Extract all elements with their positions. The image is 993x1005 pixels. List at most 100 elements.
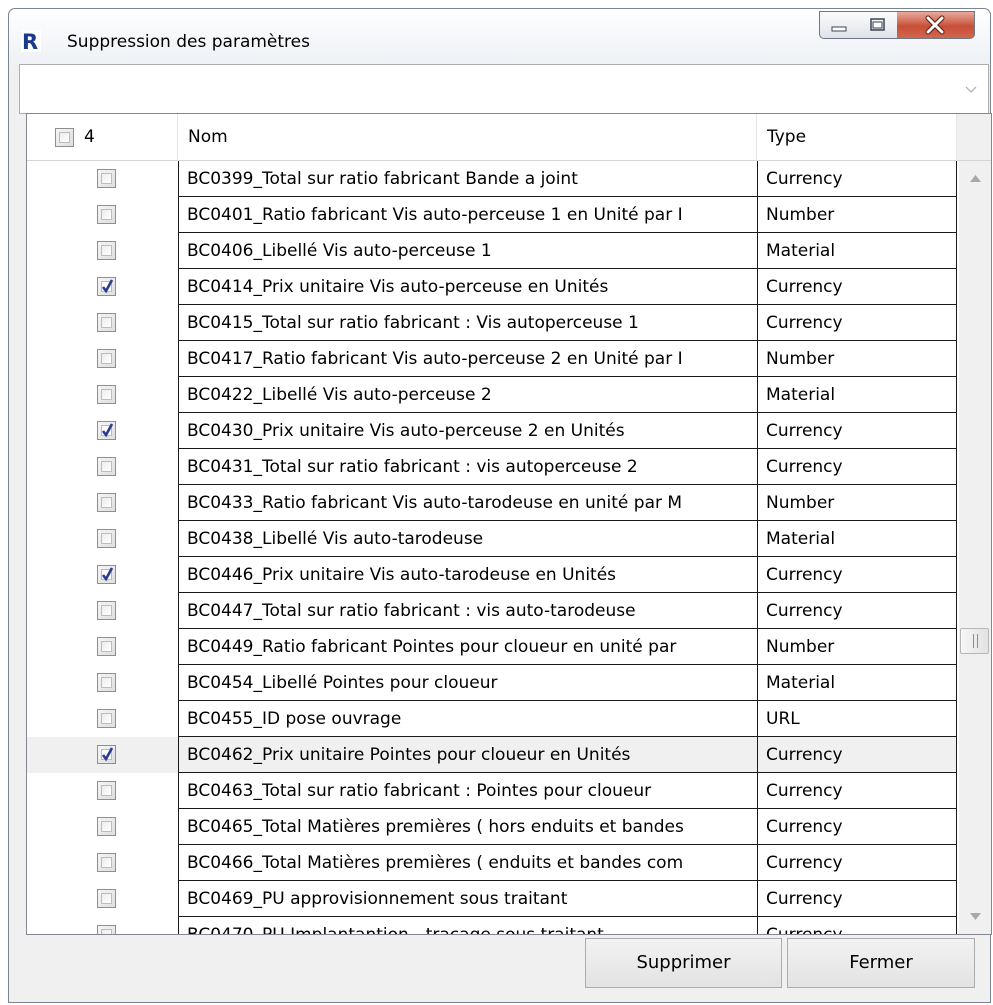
table-row[interactable]: BC0438_Libellé Vis auto-tarodeuse Materia… xyxy=(27,521,957,557)
table-row[interactable]: BC0430_Prix unitaire Vis auto-perceuse 2… xyxy=(27,413,957,449)
parameter-type: Currency xyxy=(757,737,957,773)
row-checkbox-cell xyxy=(27,449,178,485)
column-header-type[interactable]: Type xyxy=(757,114,957,161)
row-checkbox[interactable] xyxy=(97,637,116,656)
table-row[interactable]: BC0447_Total sur ratio fabricant : vis a… xyxy=(27,593,957,629)
parameter-name: BC0406_Libellé Vis auto-perceuse 1 xyxy=(178,233,757,269)
parameter-name: BC0417_Ratio fabricant Vis auto-perceuse… xyxy=(178,341,757,377)
parameter-name: BC0433_Ratio fabricant Vis auto-tarodeus… xyxy=(178,485,757,521)
row-checkbox[interactable] xyxy=(97,889,116,908)
parameter-type: Material xyxy=(757,377,957,413)
parameter-name: BC0401_Ratio fabricant Vis auto-perceuse… xyxy=(178,197,757,233)
table-row[interactable]: BC0449_Ratio fabricant Pointes pour clou… xyxy=(27,629,957,665)
table-row[interactable]: BC0399_Total sur ratio fabricant Bande a… xyxy=(27,161,957,197)
row-checkbox[interactable] xyxy=(97,529,116,548)
row-checkbox[interactable] xyxy=(97,709,116,728)
table-row[interactable]: BC0469_PU approvisionnement sous traitan… xyxy=(27,881,957,917)
table-row[interactable]: BC0462_Prix unitaire Pointes pour cloueu… xyxy=(27,737,957,773)
parameter-type: Currency xyxy=(757,269,957,305)
parameter-name: BC0447_Total sur ratio fabricant : vis a… xyxy=(178,593,757,629)
parameter-name: BC0470_PU Implantantion - traçage sous t… xyxy=(178,917,757,934)
table-row[interactable]: BC0455_ID pose ouvrage URL xyxy=(27,701,957,737)
table-row[interactable]: BC0414_Prix unitaire Vis auto-perceuse e… xyxy=(27,269,957,305)
row-checkbox[interactable] xyxy=(97,925,116,934)
row-checkbox-cell xyxy=(27,845,178,881)
minimize-button[interactable] xyxy=(819,11,859,39)
table-row[interactable]: BC0454_Libellé Pointes pour cloueur Mater… xyxy=(27,665,957,701)
parameter-name: BC0466_Total Matières premières ( enduit… xyxy=(178,845,757,881)
row-checkbox[interactable] xyxy=(97,565,116,584)
parameter-name: BC0438_Libellé Vis auto-tarodeuse xyxy=(178,521,757,557)
parameter-type: Currency xyxy=(757,845,957,881)
table-row[interactable]: BC0446_Prix unitaire Vis auto-tarodeuse … xyxy=(27,557,957,593)
row-checkbox[interactable] xyxy=(97,169,116,188)
parameter-type: Currency xyxy=(757,773,957,809)
parameter-type: Currency xyxy=(757,557,957,593)
row-checkbox-cell xyxy=(27,161,178,197)
filter-combobox[interactable] xyxy=(19,64,989,114)
parameter-type: Currency xyxy=(757,809,957,845)
parameter-name: BC0422_Libellé Vis auto-perceuse 2 xyxy=(178,377,757,413)
row-checkbox[interactable] xyxy=(97,241,116,260)
parameter-name: BC0469_PU approvisionnement sous traitan… xyxy=(178,881,757,917)
row-checkbox-cell xyxy=(27,557,178,593)
parameter-type: Number xyxy=(757,197,957,233)
row-checkbox-cell xyxy=(27,269,178,305)
row-checkbox-cell xyxy=(27,197,178,233)
parameters-table: 4 Nom Type BC0399_Total sur ratio fabric… xyxy=(26,113,992,935)
maximize-button[interactable] xyxy=(858,11,898,39)
parameter-type: Currency xyxy=(757,161,957,197)
parameter-name: BC0455_ID pose ouvrage xyxy=(178,701,757,737)
row-checkbox[interactable] xyxy=(97,385,116,404)
close-window-button[interactable] xyxy=(897,11,975,39)
scroll-up-icon[interactable] xyxy=(970,175,981,182)
row-checkbox[interactable] xyxy=(97,601,116,620)
row-checkbox-cell xyxy=(27,629,178,665)
row-checkbox-cell xyxy=(27,341,178,377)
row-checkbox[interactable] xyxy=(97,673,116,692)
row-checkbox[interactable] xyxy=(97,313,116,332)
chevron-down-icon[interactable] xyxy=(964,82,978,96)
row-checkbox[interactable] xyxy=(97,349,116,368)
row-checkbox[interactable] xyxy=(97,421,116,440)
scrollbar-thumb[interactable] xyxy=(960,628,989,654)
row-checkbox[interactable] xyxy=(97,817,116,836)
table-row[interactable]: BC0433_Ratio fabricant Vis auto-tarodeus… xyxy=(27,485,957,521)
delete-button[interactable]: Supprimer xyxy=(585,938,782,988)
table-row[interactable]: BC0431_Total sur ratio fabricant : vis a… xyxy=(27,449,957,485)
table-row[interactable]: BC0422_Libellé Vis auto-perceuse 2 Materi… xyxy=(27,377,957,413)
header-select-all: 4 xyxy=(27,114,178,161)
parameter-name: BC0399_Total sur ratio fabricant Bande a… xyxy=(178,161,757,197)
parameter-type: Material xyxy=(757,665,957,701)
parameter-type: Material xyxy=(757,233,957,269)
row-checkbox[interactable] xyxy=(97,205,116,224)
table-row[interactable]: BC0463_Total sur ratio fabricant : Point… xyxy=(27,773,957,809)
row-checkbox[interactable] xyxy=(97,277,116,296)
table-row[interactable]: BC0470_PU Implantantion - traçage sous t… xyxy=(27,917,957,934)
parameter-type: Number xyxy=(757,341,957,377)
maximize-icon xyxy=(870,18,885,31)
select-all-checkbox[interactable] xyxy=(55,128,74,147)
row-checkbox[interactable] xyxy=(97,457,116,476)
row-checkbox[interactable] xyxy=(97,493,116,512)
close-button[interactable]: Fermer xyxy=(787,938,975,988)
parameter-name: BC0414_Prix unitaire Vis auto-perceuse e… xyxy=(178,269,757,305)
table-row[interactable]: BC0417_Ratio fabricant Vis auto-perceuse… xyxy=(27,341,957,377)
table-row[interactable]: BC0415_Total sur ratio fabricant : Vis a… xyxy=(27,305,957,341)
row-checkbox-cell xyxy=(27,773,178,809)
row-checkbox[interactable] xyxy=(97,745,116,764)
column-header-name[interactable]: Nom xyxy=(178,114,757,161)
row-checkbox[interactable] xyxy=(97,781,116,800)
table-row[interactable]: BC0465_Total Matières premières ( hors e… xyxy=(27,809,957,845)
title-bar[interactable]: R Suppression des paramètres xyxy=(9,9,990,65)
row-checkbox[interactable] xyxy=(97,853,116,872)
parameter-type: Currency xyxy=(757,413,957,449)
window-title: Suppression des paramètres xyxy=(67,32,310,52)
table-row[interactable]: BC0406_Libellé Vis auto-perceuse 1 Materi… xyxy=(27,233,957,269)
table-row[interactable]: BC0401_Ratio fabricant Vis auto-perceuse… xyxy=(27,197,957,233)
checkmark-icon xyxy=(101,567,114,582)
vertical-scrollbar[interactable] xyxy=(959,161,991,934)
row-checkbox-cell xyxy=(27,701,178,737)
table-row[interactable]: BC0466_Total Matières premières ( enduit… xyxy=(27,845,957,881)
scroll-down-icon[interactable] xyxy=(970,913,981,920)
